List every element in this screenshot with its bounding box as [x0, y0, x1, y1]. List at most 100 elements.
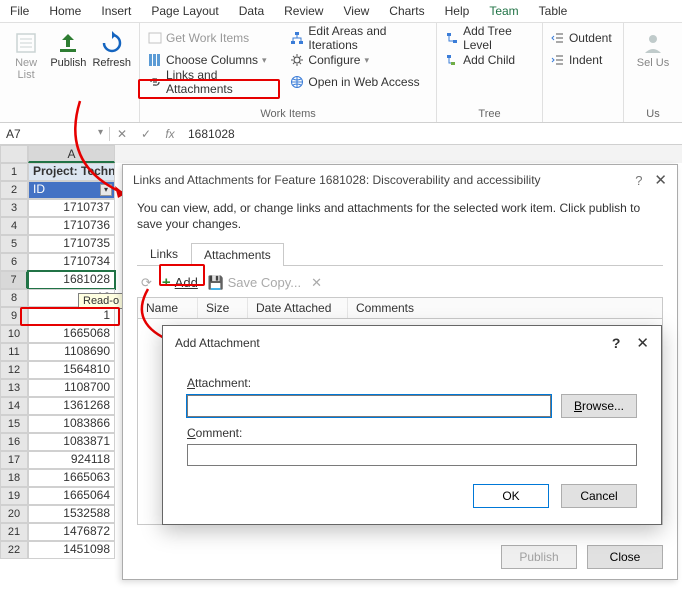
col-date[interactable]: Date Attached: [248, 298, 348, 318]
fx-icon[interactable]: fx: [158, 127, 182, 141]
menu-file[interactable]: File: [10, 4, 29, 18]
indent-button[interactable]: Indent: [551, 49, 612, 71]
menu-home[interactable]: Home: [49, 4, 81, 18]
menu-table[interactable]: Table: [539, 4, 568, 18]
add-attachment-button[interactable]: + Add: [162, 274, 198, 291]
cell[interactable]: 1361268: [28, 397, 115, 415]
row-header[interactable]: 22: [0, 541, 28, 559]
cell[interactable]: 1665063: [28, 469, 115, 487]
row-header[interactable]: 14: [0, 397, 28, 415]
outdent-button[interactable]: Outdent: [551, 27, 612, 49]
close-icon[interactable]: ✕: [636, 334, 649, 352]
formula-input[interactable]: 1681028: [182, 127, 241, 141]
row-header[interactable]: 2: [0, 181, 28, 199]
attachment-input[interactable]: [187, 395, 551, 417]
row-header[interactable]: 4: [0, 217, 28, 235]
row-header[interactable]: 17: [0, 451, 28, 469]
save-copy-button[interactable]: 💾 Save Copy...: [208, 275, 301, 291]
help-icon[interactable]: ?: [635, 173, 642, 188]
refresh-attachments-icon[interactable]: ⟳: [141, 275, 152, 291]
cell[interactable]: 1108690: [28, 343, 115, 361]
cell[interactable]: 1564810: [28, 361, 115, 379]
cell[interactable]: 1665064: [28, 487, 115, 505]
close-dialog-button[interactable]: Close: [587, 545, 663, 569]
menu-review[interactable]: Review: [284, 4, 323, 18]
close-icon[interactable]: ✕: [654, 171, 667, 189]
cell[interactable]: 1108700: [28, 379, 115, 397]
row-header[interactable]: 21: [0, 523, 28, 541]
cell[interactable]: 924118: [28, 451, 115, 469]
row-header[interactable]: 13: [0, 379, 28, 397]
col-size[interactable]: Size: [198, 298, 248, 318]
publish-button[interactable]: Publish: [50, 27, 86, 106]
row-header[interactable]: 15: [0, 415, 28, 433]
cell[interactable]: 1710735: [28, 235, 115, 253]
row-header[interactable]: 18: [0, 469, 28, 487]
filter-dropdown-icon[interactable]: ▾: [100, 184, 112, 196]
column-header-a[interactable]: A: [28, 145, 115, 163]
get-work-items-button[interactable]: Get Work Items: [148, 27, 276, 49]
cancel-button[interactable]: Cancel: [561, 484, 637, 508]
dialog-title: Links and Attachments for Feature 168102…: [133, 173, 541, 187]
tab-attachments[interactable]: Attachments: [191, 243, 284, 266]
cell[interactable]: 1681028: [28, 271, 115, 289]
row-header[interactable]: 7: [0, 271, 28, 289]
cell[interactable]: Project: Technica: [28, 163, 115, 181]
cell[interactable]: 1451098: [28, 541, 115, 559]
add-child-button[interactable]: Add Child: [445, 49, 534, 71]
edit-areas-button[interactable]: Edit Areas and Iterations: [290, 27, 428, 49]
menu-team[interactable]: Team: [489, 4, 518, 18]
configure-button[interactable]: Configure ▾: [290, 49, 428, 71]
row-header[interactable]: 5: [0, 235, 28, 253]
outdent-icon: [551, 31, 565, 45]
cell[interactable]: 1476872: [28, 523, 115, 541]
refresh-button[interactable]: Refresh: [92, 27, 131, 106]
links-attachments-button[interactable]: Links and Attachments: [148, 71, 276, 93]
row-header[interactable]: 1: [0, 163, 28, 181]
col-comments[interactable]: Comments: [348, 298, 662, 318]
cell[interactable]: 1710737: [28, 199, 115, 217]
row-header[interactable]: 6: [0, 253, 28, 271]
cell[interactable]: 1083871: [28, 433, 115, 451]
cell[interactable]: 1710736: [28, 217, 115, 235]
name-box[interactable]: A7▾: [0, 127, 110, 141]
menu-data[interactable]: Data: [239, 4, 264, 18]
row-header[interactable]: 11: [0, 343, 28, 361]
row-header[interactable]: 12: [0, 361, 28, 379]
comment-input[interactable]: [187, 444, 637, 466]
ok-button[interactable]: OK: [473, 484, 549, 508]
menu-page-layout[interactable]: Page Layout: [151, 4, 218, 18]
row-header[interactable]: 8: [0, 289, 28, 307]
cell[interactable]: 1710734: [28, 253, 115, 271]
cancel-formula-icon[interactable]: ✕: [110, 127, 134, 141]
dialog-tabs: Links Attachments: [137, 242, 663, 266]
publish-dialog-button[interactable]: Publish: [501, 545, 577, 569]
cell[interactable]: ID▾: [28, 181, 115, 199]
accept-formula-icon[interactable]: ✓: [134, 127, 158, 141]
browse-button[interactable]: Browse...: [561, 394, 637, 418]
add-tree-level-button[interactable]: Add Tree Level: [445, 27, 534, 49]
cell[interactable]: 1: [28, 307, 115, 325]
tab-links[interactable]: Links: [137, 242, 191, 265]
delete-attachment-icon[interactable]: ✕: [311, 275, 322, 291]
cell[interactable]: 1083866: [28, 415, 115, 433]
ribbon-group-user-label: Us: [632, 106, 674, 120]
row-header[interactable]: 9: [0, 307, 28, 325]
row-header[interactable]: 16: [0, 433, 28, 451]
menu-charts[interactable]: Charts: [389, 4, 424, 18]
new-list-button[interactable]: New List: [8, 27, 44, 106]
open-web-button[interactable]: Open in Web Access: [290, 71, 428, 93]
select-user-button[interactable]: Sel Us: [632, 27, 674, 106]
col-name[interactable]: Name: [138, 298, 198, 318]
menu-help[interactable]: Help: [445, 4, 470, 18]
row-header[interactable]: 10: [0, 325, 28, 343]
help-icon[interactable]: ?: [612, 335, 621, 351]
cell[interactable]: 1532588: [28, 505, 115, 523]
menu-insert[interactable]: Insert: [101, 4, 131, 18]
row-header[interactable]: 19: [0, 487, 28, 505]
select-all-corner[interactable]: [0, 145, 28, 163]
row-header[interactable]: 20: [0, 505, 28, 523]
menu-view[interactable]: View: [343, 4, 369, 18]
cell[interactable]: 1665068: [28, 325, 115, 343]
row-header[interactable]: 3: [0, 199, 28, 217]
